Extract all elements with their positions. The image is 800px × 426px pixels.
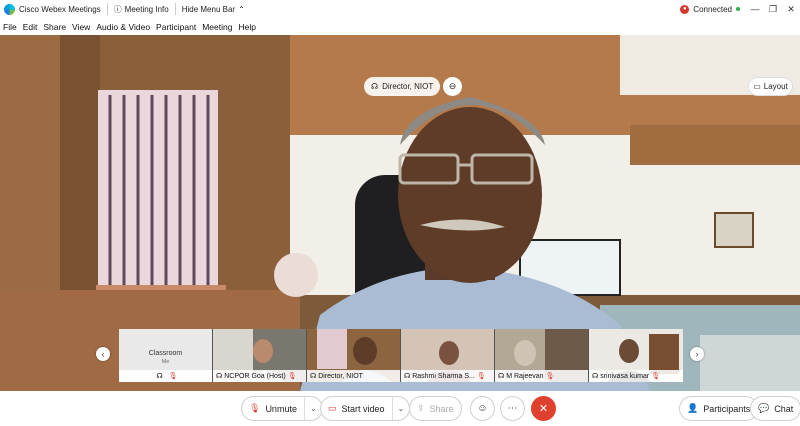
participant-filmstrip: Classroom Me ☊ 🎙 ☊ NCPOR Goa (Host) 🎙 ☊: [119, 329, 683, 382]
unmute-control: 🎙 Unmute ⌄: [241, 396, 323, 421]
close-icon[interactable]: ✕: [782, 0, 800, 18]
more-options-button[interactable]: ⋯: [500, 396, 525, 421]
video-off-icon: ▭: [328, 403, 337, 413]
chevron-right-icon: ›: [695, 349, 699, 359]
participant-status-bar: ☊ 🎙: [119, 370, 212, 382]
participant-tile[interactable]: ☊ srinivasa kumar 🎙: [589, 329, 683, 382]
participant-name: srinivasa kumar: [600, 372, 650, 380]
chevron-up-icon: ⌃: [238, 4, 245, 14]
menu-audio-video[interactable]: Audio & Video: [96, 22, 150, 32]
headset-icon: ☊: [156, 373, 163, 380]
minimize-icon[interactable]: —: [746, 0, 764, 18]
layout-button[interactable]: ▭ Layout: [748, 77, 793, 96]
lock-layout-button[interactable]: ⊖: [443, 77, 462, 96]
reactions-button[interactable]: ☺: [470, 396, 495, 421]
participant-status-bar: ☊ NCPOR Goa (Host) 🎙: [213, 370, 306, 382]
participant-status-bar: ☊ Director, NIOT: [307, 370, 400, 382]
start-video-label: Start video: [341, 403, 385, 414]
headset-icon: ☊: [592, 373, 599, 380]
participant-status-bar: ☊ M Rajeevan 🎙: [495, 370, 588, 382]
participant-tile[interactable]: ☊ M Rajeevan 🎙: [495, 329, 589, 382]
participant-status-bar: ☊ Rashmi Sharma S... 🎙: [401, 370, 494, 382]
unmute-label: Unmute: [265, 403, 297, 414]
participant-name: NCPOR Goa (Host): [224, 372, 286, 380]
menu-edit[interactable]: Edit: [23, 22, 38, 32]
close-icon: ✕: [538, 403, 549, 415]
share-button[interactable]: ⇪ Share: [409, 396, 462, 421]
participants-label: Participants: [703, 403, 751, 414]
divider: [106, 3, 108, 15]
video-options-dropdown[interactable]: ⌄: [391, 397, 410, 420]
audio-options-dropdown[interactable]: ⌄: [303, 397, 322, 420]
headset-icon: ☊: [371, 82, 379, 91]
divider: [174, 3, 176, 15]
chat-icon: 💬: [758, 403, 770, 413]
unlock-icon: ⊖: [448, 81, 457, 91]
restore-icon[interactable]: ❐: [764, 0, 782, 18]
layout-icon: ▭: [753, 82, 761, 91]
end-meeting-button[interactable]: ✕: [531, 396, 556, 421]
filmstrip-prev-button[interactable]: ‹: [96, 347, 110, 361]
headset-icon: ☊: [404, 373, 411, 380]
headset-icon: ☊: [310, 373, 317, 380]
start-video-button[interactable]: ▭ Start video: [321, 397, 392, 420]
participant-name: Rashmi Sharma S...: [412, 372, 475, 380]
participants-icon: 👤: [687, 403, 699, 413]
chevron-down-icon: ⌄: [309, 404, 317, 413]
menu-participant[interactable]: Participant: [156, 22, 196, 32]
participant-name: Director, NIOT: [318, 372, 363, 380]
app-title: Cisco Webex Meetings: [19, 4, 101, 14]
menu-view[interactable]: View: [72, 22, 90, 32]
headset-icon: ☊: [216, 373, 223, 380]
menu-share[interactable]: Share: [43, 22, 66, 32]
chevron-left-icon: ‹: [101, 349, 105, 359]
meeting-info-button[interactable]: ⓘ Meeting Info: [114, 4, 169, 15]
participant-tile[interactable]: ☊ Rashmi Sharma S... 🎙: [401, 329, 495, 382]
title-bar: Cisco Webex Meetings ⓘ Meeting Info Hide…: [0, 0, 800, 18]
share-label: Share: [429, 403, 454, 414]
webex-logo-icon: [4, 3, 15, 15]
muted-mic-icon: 🎙: [476, 373, 486, 380]
filmstrip-next-button[interactable]: ›: [690, 347, 704, 361]
participant-status-bar: ☊ srinivasa kumar 🎙: [589, 370, 683, 382]
active-speaker-name: Director, NIOT: [382, 82, 434, 91]
participant-name: M Rajeevan: [506, 372, 544, 380]
connected-indicator-icon: [736, 7, 740, 11]
headset-icon: ☊: [498, 373, 505, 380]
video-control: ▭ Start video ⌄: [320, 396, 411, 421]
participant-self-label: Me: [161, 359, 170, 365]
muted-mic-icon: 🎙: [651, 373, 661, 380]
ellipsis-icon: ⋯: [507, 403, 518, 414]
hide-menu-bar-label: Hide Menu Bar: [181, 4, 236, 14]
hide-menu-bar-button[interactable]: Hide Menu Bar ⌃: [182, 5, 245, 14]
muted-mic-icon: 🎙: [249, 403, 261, 413]
meeting-info-label: Meeting Info: [124, 4, 169, 14]
participant-name: Classroom: [148, 350, 183, 357]
layout-label: Layout: [763, 82, 788, 91]
chat-label: Chat: [774, 403, 794, 414]
unmute-button[interactable]: 🎙 Unmute: [242, 397, 304, 420]
menu-meeting[interactable]: Meeting: [202, 22, 232, 32]
share-screen-icon: ⇪: [417, 403, 425, 413]
connection-status: Connected: [693, 4, 732, 14]
menu-help[interactable]: Help: [238, 22, 255, 32]
muted-mic-icon: 🎙: [287, 373, 297, 380]
participant-tile[interactable]: Classroom Me ☊ 🎙: [119, 329, 213, 382]
muted-mic-icon: 🎙: [168, 373, 178, 380]
participant-tile[interactable]: ☊ Director, NIOT: [307, 329, 401, 382]
meeting-control-bar: 🎙 Unmute ⌄ ▭ Start video ⌄ ⇪ Share ☺ ⋯ ✕…: [0, 391, 800, 426]
menu-bar: File Edit Share View Audio & Video Parti…: [0, 18, 800, 35]
participant-tile[interactable]: ☊ NCPOR Goa (Host) 🎙: [213, 329, 307, 382]
connection-status-icon: ●: [680, 4, 690, 14]
chevron-down-icon: ⌄: [397, 404, 405, 413]
info-icon: ⓘ: [113, 4, 122, 14]
chat-button[interactable]: 💬 Chat: [750, 396, 800, 421]
smiley-icon: ☺: [477, 403, 488, 414]
active-speaker-label: ☊ Director, NIOT: [364, 77, 441, 96]
participants-button[interactable]: 👤 Participants: [679, 396, 759, 421]
menu-file[interactable]: File: [3, 22, 17, 32]
muted-mic-icon: 🎙: [545, 373, 555, 380]
